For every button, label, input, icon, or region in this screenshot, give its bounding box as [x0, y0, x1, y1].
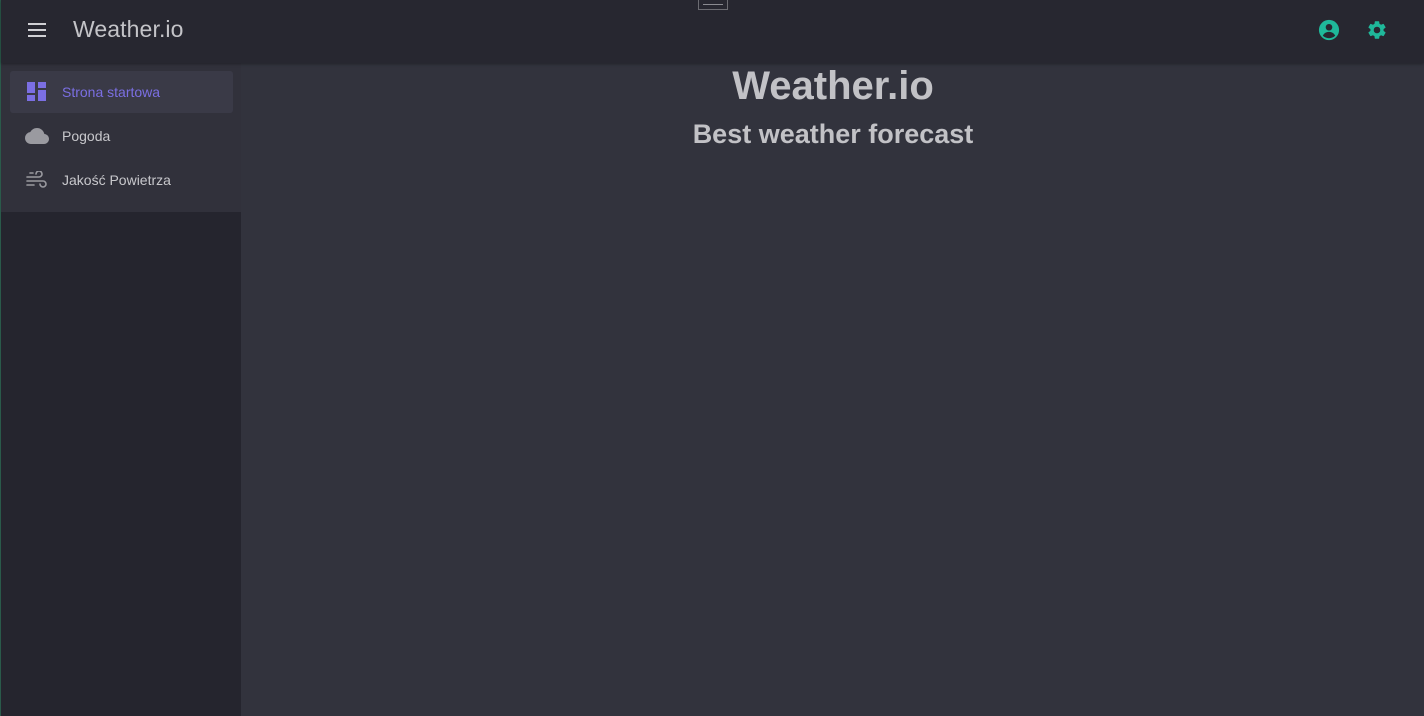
sidebar-item-label: Strona startowa: [62, 84, 161, 100]
page-subtitle: Best weather forecast: [692, 119, 974, 149]
page-title: Weather.io: [732, 64, 934, 108]
sidebar: Strona startowa Pogoda Jakość Powietrza: [1, 63, 241, 716]
sidebar-item-strona-startowa[interactable]: Strona startowa: [10, 71, 233, 113]
settings-button[interactable]: [1364, 17, 1390, 43]
wind-icon: [25, 168, 49, 192]
app-title: Weather.io: [73, 16, 184, 42]
account-button[interactable]: [1316, 17, 1342, 43]
gear-icon: [1368, 21, 1386, 39]
app-window: Weather.io Strona startowa Pogoda Jakość…: [0, 0, 1424, 716]
sidebar-item-label: Pogoda: [62, 128, 111, 144]
dashboard-icon: [25, 80, 49, 104]
main-content: Weather.io Best weather forecast: [242, 63, 1424, 716]
drag-handle[interactable]: [698, 0, 728, 10]
sidebar-item-pogoda[interactable]: Pogoda: [10, 115, 233, 157]
sidebar-nav: Strona startowa Pogoda Jakość Powietrza: [1, 63, 241, 212]
top-app-bar: Weather.io: [1, 0, 1424, 63]
sidebar-item-jakosc-powietrza[interactable]: Jakość Powietrza: [10, 159, 233, 201]
sidebar-item-label: Jakość Powietrza: [62, 172, 171, 188]
account-circle-icon: [1318, 19, 1340, 41]
hamburger-menu-icon: [28, 23, 46, 37]
cloud-icon: [25, 124, 49, 148]
menu-button[interactable]: [22, 15, 52, 45]
